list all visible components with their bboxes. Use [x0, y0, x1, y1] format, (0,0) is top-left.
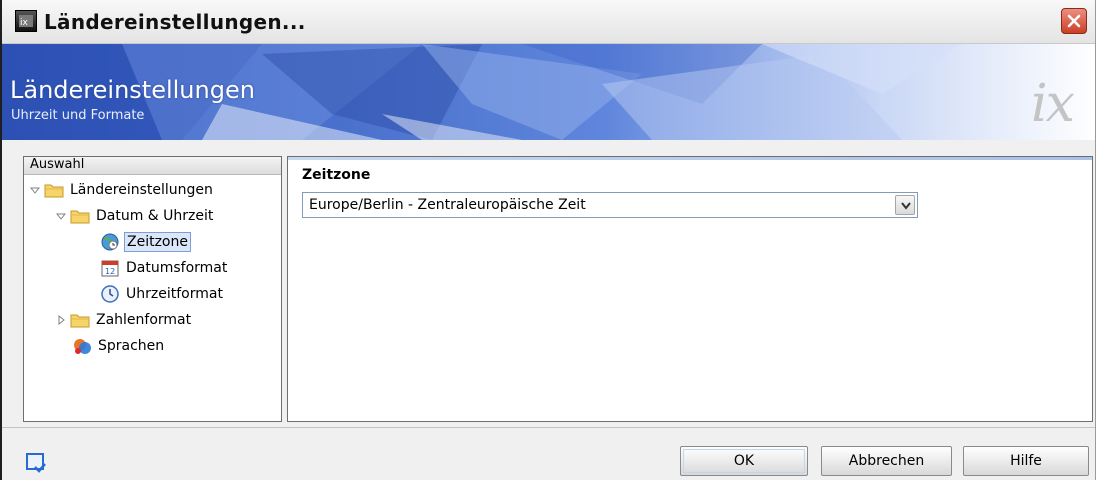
calendar-icon: 12 [101, 260, 119, 277]
dialog-window: ix Ländereinstellungen... Ländereinstell… [0, 0, 1096, 480]
button-focus-ring [683, 449, 805, 473]
help-button-label: Hilfe [1010, 453, 1042, 469]
tree-header: Auswahl [24, 157, 281, 175]
title-bar[interactable]: ix Ländereinstellungen... [2, 0, 1095, 44]
cancel-button-label: Abbrechen [848, 453, 925, 469]
chevron-down-icon [901, 202, 911, 210]
tree-node-zahlenformat[interactable]: Zahlenformat [56, 309, 193, 331]
tree-node-label: Zeitzone [124, 232, 191, 252]
close-icon [1067, 14, 1081, 28]
dropdown-button[interactable] [895, 195, 915, 215]
panel-accent-line [288, 157, 1092, 160]
folder-icon [44, 184, 64, 198]
banner-title: Ländereinstellungen [10, 76, 255, 104]
svg-text:12: 12 [105, 267, 115, 276]
close-button[interactable] [1061, 8, 1087, 34]
tree-node-datumsformat[interactable]: 12 Datumsformat [100, 257, 229, 279]
section-heading: Zeitzone [302, 167, 371, 183]
languages-icon [74, 339, 91, 354]
dialog-footer: OK Abbrechen Hilfe [2, 427, 1095, 480]
window-checkbox-icon[interactable] [25, 451, 47, 473]
selection-tree[interactable]: Auswahl Ländereinstellungen Datum & Uhrz… [23, 156, 282, 422]
window-title: Ländereinstellungen... [44, 10, 306, 34]
clock-icon [101, 285, 119, 303]
tree-node-label: Datum & Uhrzeit [96, 208, 214, 224]
tree-node-label: Zahlenformat [96, 312, 192, 328]
expanded-arrow-icon[interactable] [56, 211, 66, 221]
tree-node-label: Datumsformat [126, 260, 228, 276]
folder-icon [70, 210, 90, 224]
tree-node-zeitzone[interactable]: Zeitzone [100, 231, 191, 253]
cancel-button[interactable]: Abbrechen [821, 446, 952, 476]
expanded-arrow-icon[interactable] [30, 185, 40, 195]
brand-logo: ix [1031, 74, 1075, 134]
collapsed-arrow-icon[interactable] [56, 315, 66, 325]
tree-node-datum-uhrzeit[interactable]: Datum & Uhrzeit [56, 205, 215, 227]
header-banner: Ländereinstellungen Uhrzeit und Formate … [2, 44, 1095, 140]
globe-clock-icon [101, 233, 119, 251]
tree-node-sprachen[interactable]: Sprachen [72, 335, 166, 357]
tree-node-label: Ländereinstellungen [70, 182, 213, 198]
settings-panel: Zeitzone Europe/Berlin - Zentraleuropäis… [287, 156, 1093, 422]
banner-subtitle: Uhrzeit und Formate [11, 108, 145, 123]
tree-node-laendereinstellungen[interactable]: Ländereinstellungen [30, 179, 215, 201]
tree-node-label: Sprachen [98, 338, 165, 354]
help-button[interactable]: Hilfe [963, 446, 1089, 476]
svg-text:ix: ix [20, 18, 29, 28]
tree-node-uhrzeitformat[interactable]: Uhrzeitformat [100, 283, 225, 305]
folder-icon [70, 314, 90, 328]
timezone-select-value: Europe/Berlin - Zentraleuropäische Zeit [309, 197, 586, 213]
timezone-select[interactable]: Europe/Berlin - Zentraleuropäische Zeit [302, 192, 918, 218]
tree-node-label: Uhrzeitformat [126, 286, 223, 302]
ok-button[interactable]: OK [680, 446, 808, 476]
app-icon: ix [15, 10, 37, 32]
